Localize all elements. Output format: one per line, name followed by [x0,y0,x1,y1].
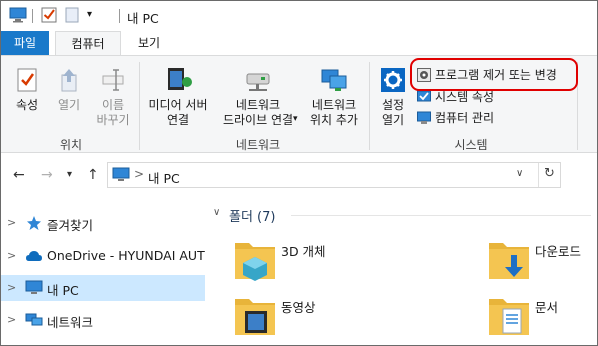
open-icon [61,69,77,92]
recent-locations-icon[interactable]: ▾ [67,169,72,180]
folder-name: 3D 개체 [281,244,326,259]
system-group-label: 시스템 [454,138,488,152]
properties-check-icon[interactable] [41,7,57,26]
title-bar: ▾ 내 PC [1,1,597,31]
quick-access-separator [32,9,33,23]
breadcrumb-path[interactable]: 내 PC [148,168,180,187]
open-settings-button[interactable]: 설정 열기 [373,66,413,128]
address-dropdown-icon[interactable]: ∨ [516,168,523,179]
group-separator [369,62,370,150]
explorer-window: ▾ 내 PC 파일 컴퓨터 보기 속성 열기 이름 바꾸기 위치 미디어 서버 … [0,0,598,346]
tab-computer[interactable]: 컴퓨터 [55,31,121,55]
customize-quick-access-icon[interactable]: ▾ [87,9,92,20]
collapse-chevron-icon[interactable]: ∨ [213,207,220,218]
media-server-icon [168,68,192,90]
computer-icon [112,167,130,181]
title-separator [119,9,120,23]
cloud-icon [26,251,42,261]
folder-name: 문서 [535,300,559,315]
navigation-pane: > 즐겨찾기 > OneDrive - HYUNDAI AUTOE > 내 PC… [1,197,222,345]
section-divider [291,215,591,216]
nav-item-label: 내 PC [47,283,79,298]
network-drive-icon [246,73,270,91]
open-button[interactable]: 열기 [49,66,89,113]
properties-button[interactable]: 속성 [7,66,47,113]
properties-label: 속성 [15,98,39,112]
network-group-label: 네트워크 [235,138,281,152]
section-header[interactable]: 폴더 (7) [229,206,275,225]
nav-item-quick-access[interactable]: > 즐겨찾기 [1,210,205,236]
computer-management-icon [417,111,431,124]
dropdown-arrow-icon[interactable]: ▾ [293,112,298,127]
folder-item[interactable]: 다운로드 [487,235,597,285]
3d-objects-folder-icon [235,243,275,281]
tab-view[interactable]: 보기 [127,31,171,55]
rename-icon [102,69,124,91]
address-bar[interactable]: > 내 PC ∨ ↻ [107,162,561,188]
media-server-button[interactable]: 미디어 서버 연결 [143,66,213,128]
navigation-bar: ← → ▾ ↑ > 내 PC ∨ ↻ [1,153,597,197]
network-location-icon [321,69,347,91]
open-label: 열기 [57,98,81,112]
nav-item-label: 네트워크 [47,315,94,330]
open-settings-label: 설정 열기 [381,98,405,127]
add-network-location-label: 네트워크 위치 추가 [310,98,358,127]
expand-chevron-icon[interactable]: > [7,249,16,262]
media-server-label: 미디어 서버 연결 [148,98,208,127]
nav-item-this-pc[interactable]: > 내 PC [1,275,205,301]
tab-file[interactable]: 파일 [1,31,49,55]
downloads-folder-icon [489,243,529,279]
location-group-label: 위치 [59,138,83,152]
ribbon-tabs: 파일 컴퓨터 보기 [1,31,597,55]
properties-icon [17,68,37,92]
map-network-drive-button[interactable]: 네트워크 드라이브 연결 ▾ [215,66,301,128]
new-folder-icon[interactable] [65,7,79,26]
highlight-outline [410,58,578,91]
rename-button[interactable]: 이름 바꾸기 [91,66,135,128]
group-separator [139,62,140,150]
settings-gear-icon [381,68,405,92]
content-pane: ∨ 폴더 (7) 3D 개체 다운로드 동영상 문서 [205,197,597,345]
computer-icon [25,280,43,294]
folder-name: 동영상 [281,300,316,315]
map-network-drive-label: 네트워크 드라이브 연결 [222,98,294,127]
folder-item[interactable]: 동영상 [233,291,393,341]
up-arrow-icon[interactable]: ↑ [87,167,99,183]
breadcrumb-separator: > [134,167,145,181]
videos-folder-icon [235,299,275,335]
forward-arrow-icon[interactable]: → [41,167,53,183]
add-network-location-button[interactable]: 네트워크 위치 추가 [303,66,365,128]
system-properties-icon [417,90,431,102]
nav-item-label: OneDrive - HYUNDAI AUTOE [47,248,223,263]
computer-icon[interactable] [9,7,27,26]
refresh-icon[interactable]: ↻ [544,166,555,181]
expand-chevron-icon[interactable]: > [7,281,16,294]
window-title: 내 PC [127,11,159,26]
computer-management-label: 컴퓨터 관리 [435,111,495,125]
address-divider [538,163,539,187]
rename-label: 이름 바꾸기 [96,98,130,127]
network-icon [25,313,43,326]
nav-item-network[interactable]: > 네트워크 [1,307,205,333]
folder-item[interactable]: 3D 개체 [233,235,393,285]
folder-item[interactable]: 문서 [487,291,597,341]
back-arrow-icon[interactable]: ← [13,167,25,183]
nav-item-label: 즐겨찾기 [47,218,94,233]
nav-item-onedrive[interactable]: > OneDrive - HYUNDAI AUTOE [1,243,222,269]
documents-folder-icon [489,299,529,335]
star-icon [27,216,41,230]
folder-name: 다운로드 [535,244,582,259]
expand-chevron-icon[interactable]: > [7,216,16,229]
expand-chevron-icon[interactable]: > [7,313,16,326]
